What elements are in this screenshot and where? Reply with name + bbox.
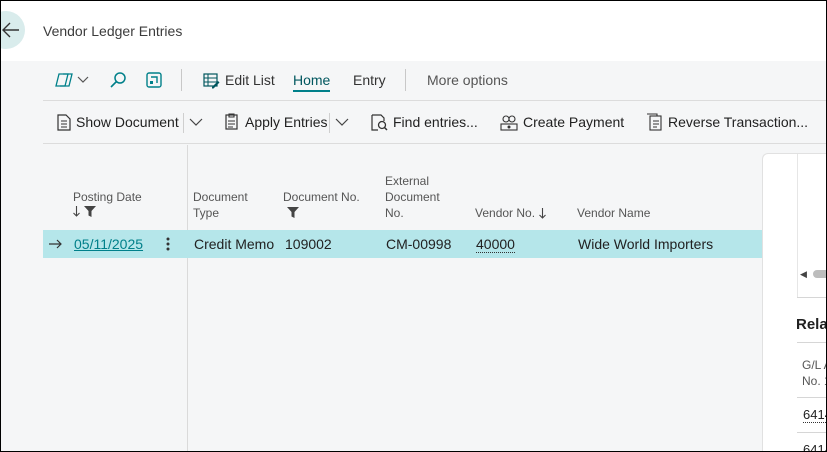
factbox-pane: ◀ Relat G/L A No. 1 6414 6414	[762, 153, 826, 451]
active-tab-indicator	[293, 90, 331, 92]
find-entries-button[interactable]: Find entries...	[371, 101, 478, 143]
column-header-vendor-name[interactable]: Vendor Name	[577, 205, 650, 221]
apply-entries-label: Apply Entries	[245, 114, 328, 130]
create-payment-button[interactable]: Create Payment	[500, 101, 624, 143]
frozen-column-divider	[187, 145, 188, 451]
document-type-header-line2: Type	[193, 206, 220, 220]
title-bar: Vendor Ledger Entries	[1, 1, 826, 61]
factbox-column-header: G/L A No. 1	[802, 357, 826, 389]
row-selected-arrow-icon	[49, 230, 63, 258]
find-entries-icon	[371, 113, 388, 131]
external-header-line2: Document	[385, 190, 440, 204]
more-options-button[interactable]: More options	[427, 61, 508, 99]
action-bar: Edit List Home Entry More options	[43, 61, 826, 101]
factbox-column-header-line1: G/L A	[802, 358, 826, 372]
document-type-header-line1: Document	[193, 190, 248, 204]
page-title: Vendor Ledger Entries	[43, 23, 183, 39]
chevron-down-icon	[335, 118, 349, 126]
vendor-no-value[interactable]: 40000	[476, 236, 515, 253]
document-type-cell[interactable]: Credit Memo	[194, 230, 274, 258]
payment-icon	[500, 114, 518, 131]
bookmark-icon	[55, 73, 73, 87]
tab-entry-label: Entry	[353, 72, 386, 88]
back-button[interactable]	[1, 11, 25, 49]
column-header-vendor-no[interactable]: Vendor No.	[475, 205, 546, 221]
document-icon	[57, 113, 71, 131]
edit-list-button[interactable]: Edit List	[203, 61, 275, 99]
column-header-external-document-no[interactable]: External Document No.	[385, 173, 440, 221]
factbox-divider	[797, 397, 826, 398]
document-no-header-label: Document No.	[283, 190, 360, 204]
factbox-title: Relat	[796, 316, 826, 333]
factbox-divider	[797, 432, 826, 433]
document-no-cell[interactable]: 109002	[285, 230, 332, 258]
create-payment-label: Create Payment	[523, 114, 625, 130]
posting-date-link[interactable]: 05/11/2025	[74, 236, 143, 252]
show-document-dropdown[interactable]	[189, 101, 203, 143]
command-bar: Show Document Apply Entries Find entries…	[43, 101, 826, 144]
sort-descending-icon	[73, 206, 80, 217]
external-header-line3: No.	[385, 206, 404, 220]
apply-entries-dropdown[interactable]	[335, 101, 349, 143]
posting-date-cell[interactable]: 05/11/2025	[74, 230, 143, 258]
factbox-column-header-line2: No. 1	[802, 374, 826, 388]
posting-date-header-label: Posting Date	[73, 190, 142, 204]
vendor-no-header-label: Vendor No.	[475, 206, 536, 220]
external-header-line1: External	[385, 174, 430, 188]
edit-list-icon	[203, 72, 220, 88]
filter-icon	[287, 207, 299, 218]
more-vertical-icon	[166, 237, 170, 251]
command-divider	[329, 113, 330, 133]
reverse-transaction-button[interactable]: Reverse Transaction...	[646, 101, 808, 143]
table-row[interactable]: 05/11/2025 Credit Memo 109002 CM-00998 4…	[43, 230, 763, 258]
apply-entries-button[interactable]: Apply Entries	[223, 101, 327, 143]
apply-entries-icon	[225, 113, 238, 130]
toolbar-divider	[405, 69, 406, 91]
row-actions-button[interactable]	[166, 230, 170, 258]
bookmark-dropdown[interactable]	[55, 61, 89, 99]
chevron-down-icon	[189, 118, 203, 126]
search-button[interactable]	[109, 61, 127, 99]
factbox-divider	[797, 297, 826, 298]
column-header-document-type[interactable]: Document Type	[193, 189, 248, 221]
show-document-label: Show Document	[76, 114, 179, 130]
reverse-transaction-label: Reverse Transaction...	[668, 114, 809, 130]
page-frame: Vendor Ledger Entries Edit List Home Ent…	[1, 1, 826, 451]
column-header-document-no[interactable]: Document No.	[283, 189, 360, 222]
vendor-no-cell[interactable]: 40000	[476, 230, 515, 258]
back-arrow-icon	[2, 22, 19, 38]
factbox-value[interactable]: 6414	[803, 407, 826, 423]
tab-entry[interactable]: Entry	[353, 61, 386, 99]
vendor-name-cell[interactable]: Wide World Importers	[578, 230, 713, 258]
filter-icon	[84, 206, 96, 217]
sort-descending-icon	[539, 207, 546, 219]
search-icon	[110, 72, 126, 88]
share-button[interactable]	[145, 61, 163, 99]
ledger-entries-list: Posting Date Document Type Document No. …	[43, 145, 763, 451]
vendor-name-header-label: Vendor Name	[577, 206, 651, 220]
show-document-button[interactable]: Show Document	[57, 101, 179, 143]
find-entries-label: Find entries...	[393, 114, 478, 130]
edit-list-label: Edit List	[225, 72, 275, 88]
more-options-label: More options	[427, 72, 508, 88]
column-header-posting-date[interactable]: Posting Date	[73, 189, 142, 217]
horizontal-scrollbar[interactable]	[813, 270, 826, 278]
tab-home-label: Home	[293, 72, 331, 88]
chevron-down-icon	[77, 76, 89, 83]
tab-home[interactable]: Home	[293, 61, 331, 99]
factbox-divider	[797, 342, 826, 343]
toolbar-divider	[181, 69, 182, 91]
factbox-value[interactable]: 6414	[803, 442, 826, 451]
scroll-left-icon[interactable]: ◀	[800, 269, 807, 280]
reverse-transaction-icon	[647, 113, 662, 131]
share-icon	[146, 72, 162, 88]
command-divider	[183, 113, 184, 133]
external-document-no-cell[interactable]: CM-00998	[386, 230, 451, 258]
